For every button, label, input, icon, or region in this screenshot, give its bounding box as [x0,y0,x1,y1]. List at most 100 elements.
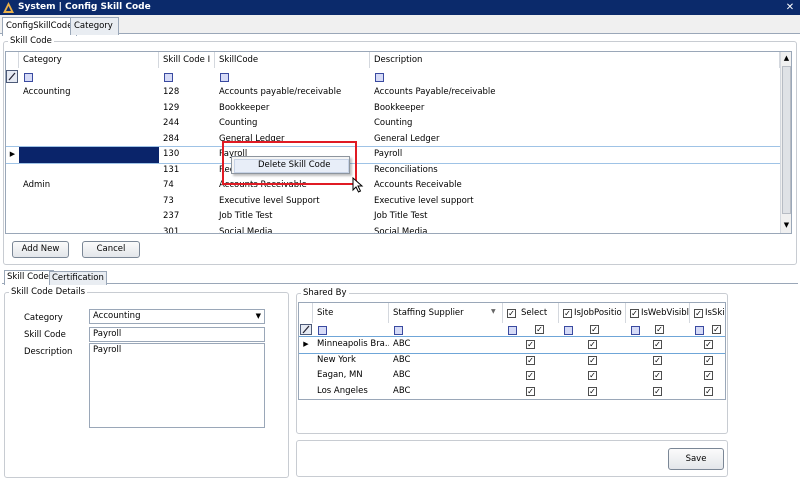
iswebvisible-all-checkbox[interactable]: ✓ [630,309,639,318]
category-select[interactable]: Accounting ▼ [89,309,265,324]
table-row[interactable]: 237 Job Title Test Job Title Test [6,209,780,225]
row-header[interactable] [6,178,19,194]
cell-category[interactable]: Admin [19,178,159,194]
table-row[interactable]: ▶ Minneapolis Bra... ABC ✓ ✓ ✓ ✓ [299,336,725,354]
tab-skill-code[interactable]: Skill Code [4,270,54,285]
tab-category[interactable]: Category [70,17,119,35]
filter-iswebvisible-checkbox[interactable]: ✓ [655,325,664,334]
grid-scrollbar[interactable]: ▲ ▼ [780,52,791,233]
column-header-skillcode[interactable]: SkillCode [215,52,370,68]
isskill-checkbox[interactable]: ✓ [704,371,713,380]
cell-category[interactable] [19,116,159,132]
cell-skillcode[interactable]: Job Title Test [215,209,370,225]
add-new-button[interactable]: Add New [12,241,69,258]
cell-skill-code-id[interactable]: 131 [159,163,215,179]
isjobposition-checkbox[interactable]: ✓ [588,340,597,349]
cell-description[interactable]: Bookkeeper [370,101,780,117]
select-checkbox[interactable]: ✓ [526,371,535,380]
sort-icon[interactable]: ▼ [491,308,496,315]
cell-skill-code-id[interactable]: 284 [159,132,215,148]
cell-skill-code-id[interactable]: 301 [159,225,215,234]
cell-skill-code-id[interactable]: 237 [159,209,215,225]
table-row[interactable]: New York ABC ✓ ✓ ✓ ✓ [299,353,725,369]
row-header[interactable] [6,116,19,132]
cell-skillcode[interactable]: Bookkeeper [215,101,370,117]
cell-skill-code-id[interactable]: 128 [159,85,215,101]
cell-description[interactable]: Reconciliations [370,163,780,179]
cell-category[interactable] [19,209,159,225]
cell-site[interactable]: Eagan, MN [313,368,389,384]
filter-select-checkbox[interactable]: ✓ [535,325,544,334]
cell-category[interactable] [19,132,159,148]
filter-isjobposition-icon[interactable] [564,326,573,335]
filter-skill-code-id-icon[interactable] [164,73,173,82]
filter-isskill-checkbox[interactable]: ✓ [712,325,721,334]
cell-category[interactable] [19,194,159,210]
cell-description[interactable]: Executive level support [370,194,780,210]
filter-supplier-icon[interactable] [394,326,403,335]
column-header-site[interactable]: Site [313,303,389,323]
cell-staffing-supplier[interactable]: ABC [389,337,503,353]
row-header[interactable] [299,384,313,400]
row-header[interactable] [6,132,19,148]
cell-description[interactable]: Counting [370,116,780,132]
cell-site[interactable]: Los Angeles [313,384,389,400]
row-header[interactable] [6,209,19,225]
cell-staffing-supplier[interactable]: ABC [389,384,503,400]
cell-category[interactable] [19,101,159,117]
chevron-down-icon[interactable]: ▼ [256,310,261,323]
filter-isskill-icon[interactable] [695,326,704,335]
table-row[interactable]: 301 Social Media Social Media [6,225,780,234]
save-button[interactable]: Save [668,448,724,470]
table-row[interactable]: 73 Executive level Support Executive level… [6,194,780,210]
filter-description-icon[interactable] [375,73,384,82]
cell-category[interactable] [19,225,159,234]
filter-select-icon[interactable] [508,326,517,335]
table-row[interactable]: Eagan, MN ABC ✓ ✓ ✓ ✓ [299,368,725,384]
iswebvisible-checkbox[interactable]: ✓ [653,371,662,380]
row-header[interactable] [6,194,19,210]
cell-skillcode[interactable]: Executive level Support [215,194,370,210]
cell-skill-code-id[interactable]: 74 [159,178,215,194]
cell-skill-code-id[interactable]: 73 [159,194,215,210]
iswebvisible-checkbox[interactable]: ✓ [653,340,662,349]
table-row[interactable]: Accounting 128 Accounts payable/receivable… [6,85,780,101]
cell-description[interactable]: Job Title Test [370,209,780,225]
cell-site[interactable]: New York [313,353,389,369]
shared-by-grid[interactable]: Site Staffing Supplier Select IsJobPosit… [298,302,726,400]
close-icon[interactable]: ✕ [782,1,798,14]
column-header-description[interactable]: Description [370,52,780,68]
tab-configskillcode[interactable]: ConfigSkillCode [2,17,77,36]
description-textarea[interactable]: Payroll [89,343,265,428]
cell-skill-code-id[interactable]: 129 [159,101,215,117]
cancel-button[interactable]: Cancel [82,241,140,258]
iswebvisible-checkbox[interactable]: ✓ [653,355,662,365]
cell-skillcode[interactable]: Counting [215,116,370,132]
table-row[interactable]: 129 Bookkeeper Bookkeeper [6,101,780,117]
cell-description[interactable]: General Ledger [370,132,780,148]
isskill-checkbox[interactable]: ✓ [704,355,713,365]
cell-category[interactable]: Accounting [19,85,159,101]
row-header[interactable] [6,225,19,234]
cell-staffing-supplier[interactable]: ABC [389,353,503,369]
skill-code-grid[interactable]: Category Skill Code I SkillCode Descript… [5,51,792,234]
filter-site-icon[interactable] [318,326,327,335]
cell-skillcode[interactable]: Social Media [215,225,370,234]
cell-skill-code-id[interactable]: 244 [159,116,215,132]
isskill-checkbox[interactable]: ✓ [704,386,713,396]
filter-skillcode-icon[interactable] [220,73,229,82]
row-header[interactable] [6,101,19,117]
isskill-checkbox[interactable]: ✓ [704,340,713,349]
table-row[interactable]: 284 General Ledger General Ledger [6,132,780,148]
row-header[interactable] [6,163,19,179]
iswebvisible-checkbox[interactable]: ✓ [653,386,662,396]
table-row[interactable]: 244 Counting Counting [6,116,780,132]
filter-isjobposition-checkbox[interactable]: ✓ [590,325,599,334]
select-checkbox[interactable]: ✓ [526,386,535,396]
select-all-checkbox[interactable]: ✓ [507,309,516,318]
isjobposition-checkbox[interactable]: ✓ [588,371,597,380]
current-row-indicator-icon[interactable]: ▶ [299,337,313,353]
select-checkbox[interactable]: ✓ [526,340,535,349]
column-header-category[interactable]: Category [19,52,159,68]
row-header[interactable] [299,368,313,384]
